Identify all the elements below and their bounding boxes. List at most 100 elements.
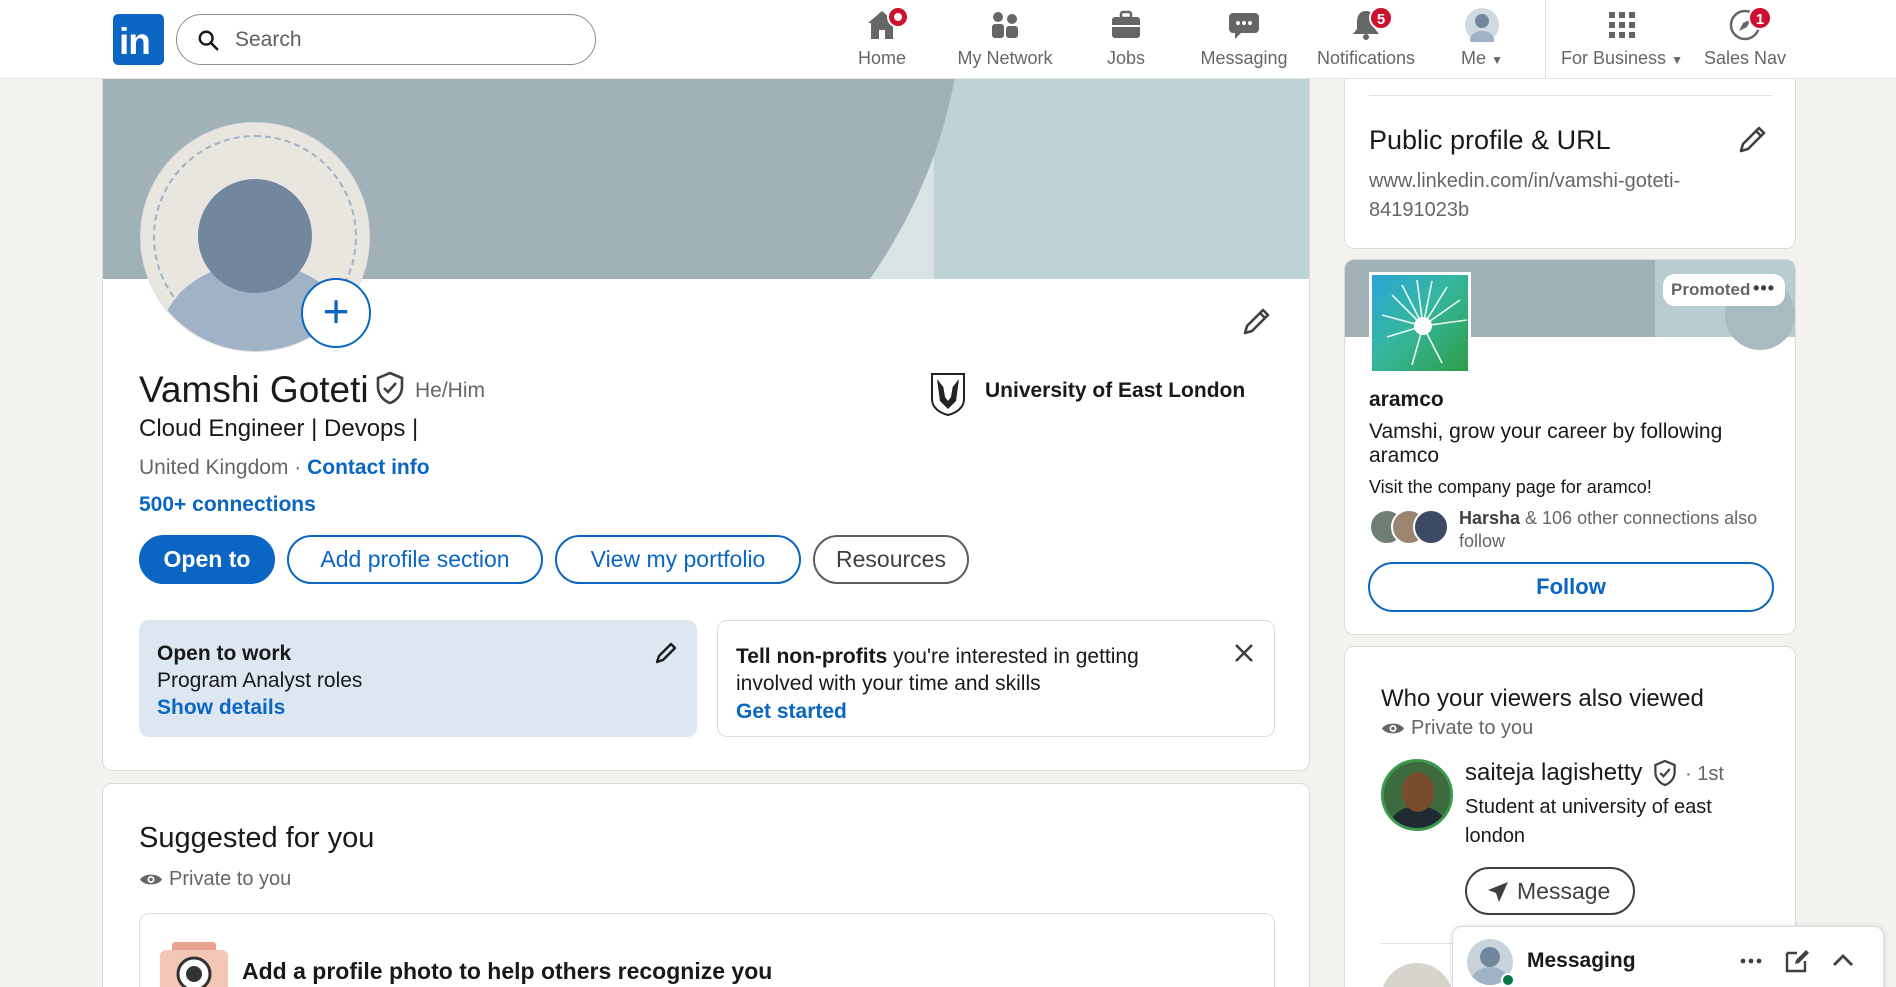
nonprofit-bold: Tell non-profits [736,645,888,668]
eye-icon [140,874,162,885]
grid-icon [1605,8,1639,42]
viewer-degree: · 1st [1685,763,1724,785]
nav-notifications[interactable]: 5 Notifications [1314,6,1418,76]
caret-down-icon: ▼ [1671,53,1683,67]
get-started-link[interactable]: Get started [736,700,1256,724]
show-details-link[interactable]: Show details [157,696,679,720]
home-dot-badge [887,6,909,28]
me-avatar [1465,8,1499,49]
open-to-work-roles: Program Analyst roles [157,669,363,692]
connections-link[interactable]: 500+ connections [139,493,316,517]
close-icon[interactable] [1232,641,1256,665]
public-profile-card: Public profile & URL www.linkedin.com/in… [1344,79,1796,249]
notifications-badge: 5 [1369,6,1393,30]
verified-shield-icon [1654,759,1676,787]
edit-pencil-icon[interactable] [653,640,679,666]
public-profile-url: www.linkedin.com/in/vamshi-goteti-841910… [1369,170,1681,221]
ad-connection-name: Harsha [1459,508,1521,528]
nav-for-business-label: For Business [1561,48,1667,68]
ad-card: Promoted ••• aramco Vamshi, grow your car… [1344,259,1796,635]
suggestion-item[interactable]: Add a profile photo to help others recog… [139,913,1275,987]
nav-jobs-label: Jobs [1106,48,1146,68]
caret-down-icon: ▼ [1491,53,1503,67]
top-nav: in Home My Network Jobs Messaging 5 [0,0,1896,79]
messaging-title: Messaging [1527,949,1636,972]
open-to-button[interactable]: Open to [139,535,275,584]
resources-button[interactable]: Resources [813,535,969,584]
aramco-logo[interactable] [1369,272,1471,374]
viewers-title: Who your viewers also viewed [1381,685,1704,712]
viewer-avatar[interactable] [1381,963,1453,987]
avatar [1413,509,1449,545]
viewer-name[interactable]: saiteja lagishetty [1465,759,1642,787]
suggested-title: Suggested for you [139,822,375,854]
ad-company-name[interactable]: aramco [1369,388,1444,412]
message-button-label: Message [1517,878,1611,904]
more-icon[interactable]: ••• [1753,272,1775,304]
profile-location: United Kingdom · [139,456,302,479]
profile-pronouns: He/Him [415,379,486,402]
open-to-work-box: Open to work Program Analyst roles Show … [139,620,697,737]
profile-name: Vamshi Goteti [139,369,369,410]
profile-location-row: United Kingdom · Contact info [139,456,430,480]
nav-home-label: Home [857,48,906,68]
nav-notifications-label: Notifications [1316,48,1416,68]
add-photo-button[interactable]: + [301,278,371,348]
nav-me-label: Me [1461,48,1487,68]
ad-visit-text: Visit the company page for aramco! [1369,477,1652,497]
chat-icon [1227,8,1261,42]
profile-headline: Cloud Engineer | Devops | [139,415,419,442]
nav-jobs[interactable]: Jobs [1088,8,1164,76]
nav-divider [1545,0,1546,79]
search-box[interactable] [176,14,596,65]
nav-my-network[interactable]: My Network [950,8,1060,76]
search-input[interactable] [235,24,575,56]
verified-shield-icon[interactable] [375,371,405,405]
nav-my-network-label: My Network [957,48,1053,68]
send-icon [1488,882,1508,902]
nav-me[interactable]: Me ▼ [1444,8,1520,76]
nav-messaging[interactable]: Messaging [1196,8,1292,76]
online-status-dot [1501,973,1515,987]
more-icon[interactable] [1737,947,1765,975]
suggestion-text: Add a profile photo to help others recog… [242,958,773,984]
promoted-label: Promoted ••• [1663,274,1785,306]
nav-for-business[interactable]: For Business ▼ [1560,8,1684,76]
sales-nav-badge: 1 [1748,6,1772,30]
people-icon [988,8,1022,42]
connection-avatars [1369,509,1449,547]
nav-sales-nav[interactable]: 1 Sales Nav [1702,6,1788,76]
open-to-work-title: Open to work [157,642,292,665]
messaging-overlay[interactable]: Messaging [1452,926,1884,987]
briefcase-icon [1109,8,1143,42]
compose-icon[interactable] [1783,947,1811,975]
eye-icon [1382,723,1404,734]
nav-messaging-label: Messaging [1200,48,1288,68]
university-name[interactable]: University of East London [985,379,1245,403]
ad-message: Vamshi, grow your career by following ar… [1369,420,1723,467]
home-icon [865,6,909,42]
nav-sales-nav-label: Sales Nav [1703,48,1787,68]
chevron-up-icon[interactable] [1829,947,1857,975]
camera-icon [160,942,228,987]
follow-button[interactable]: Follow [1368,562,1774,612]
edit-pencil-icon[interactable] [1735,123,1769,157]
contact-info-link[interactable]: Contact info [307,456,429,479]
add-profile-section-button[interactable]: Add profile section [287,535,543,584]
profile-card: + Vamshi Goteti He/Him Cloud Engineer | … [102,79,1310,771]
message-button[interactable]: Message [1465,867,1635,915]
viewer-avatar[interactable] [1381,759,1453,831]
university-logo[interactable] [929,371,967,417]
suggested-private: Private to you [169,868,292,890]
viewers-private: Private to you [1411,717,1534,739]
bell-icon: 5 [1349,6,1393,42]
edit-intro-pencil-icon[interactable] [1239,305,1273,339]
suggested-card: Suggested for you Private to you Add a p… [102,783,1310,987]
linkedin-logo[interactable]: in [113,14,164,65]
nonprofit-box: Tell non-profits you're interested in ge… [717,620,1275,737]
nav-home[interactable]: Home [838,6,926,76]
public-profile-title: Public profile & URL [1369,125,1611,155]
view-portfolio-button[interactable]: View my portfolio [555,535,801,584]
compass-icon: 1 [1728,6,1772,42]
divider [1369,95,1773,96]
